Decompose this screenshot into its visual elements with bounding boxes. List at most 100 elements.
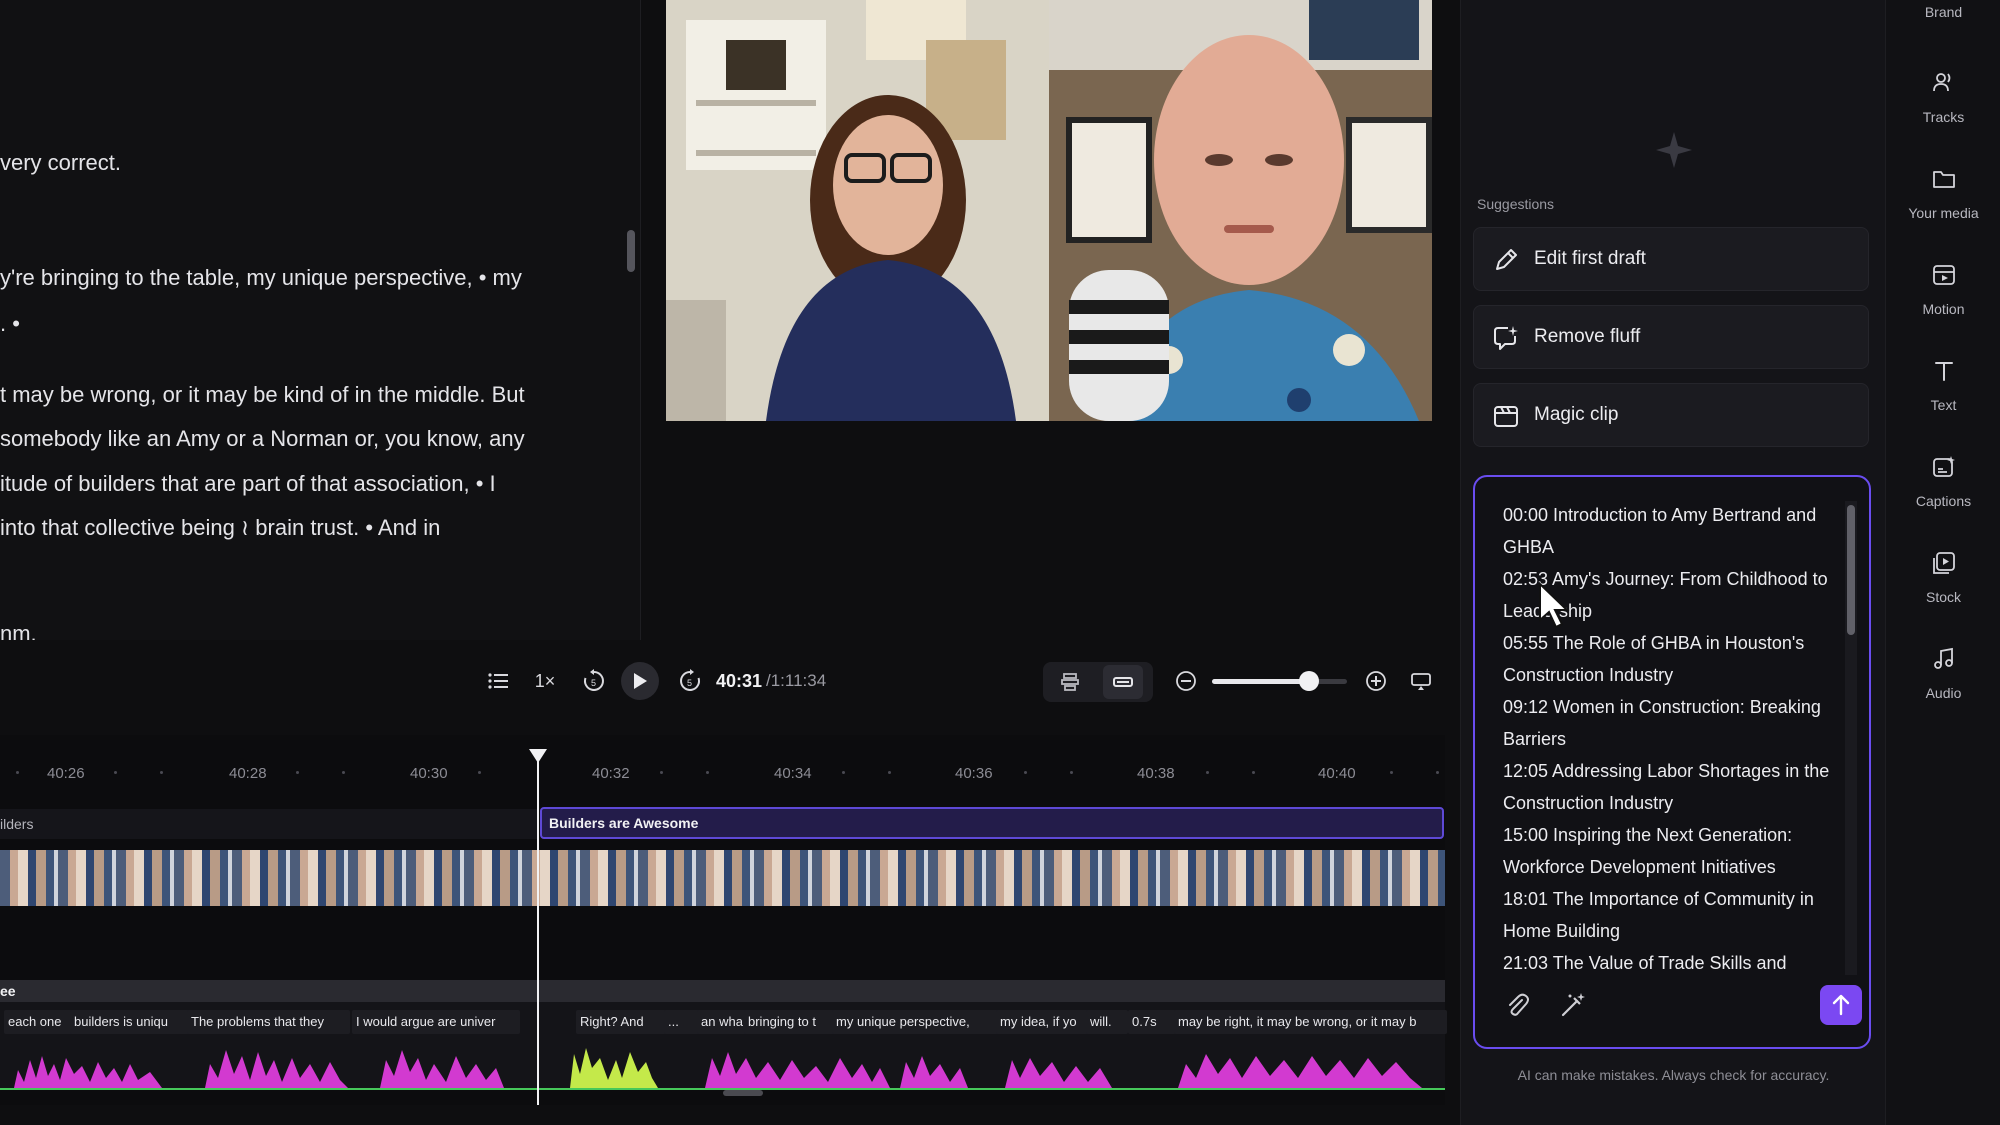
tools-rail: Brand Tracks Your media Motion Text Capt… xyxy=(1885,0,2000,1125)
zoom-out-icon[interactable] xyxy=(1172,667,1200,695)
rail-item-stock[interactable]: Stock xyxy=(1886,550,2000,605)
playback-speed-button[interactable]: 1× xyxy=(530,666,560,696)
audio-waveform xyxy=(0,1048,1445,1090)
scene-clip-label: Builders are Awesome xyxy=(549,815,699,831)
audio-track-header: ee xyxy=(0,980,1445,1002)
attach-icon[interactable] xyxy=(1503,991,1531,1019)
compact-tracks-icon[interactable] xyxy=(1103,665,1143,699)
video-thumbnail-strip[interactable] xyxy=(0,850,1445,906)
ai-disclaimer: AI can make mistakes. Always check for a… xyxy=(1517,1067,1830,1083)
transcript-line[interactable]: t may be wrong, or it may be kind of in … xyxy=(0,382,525,408)
chapter-item[interactable]: 05:55 The Role of GHBA in Houston's Cons… xyxy=(1503,627,1833,691)
playhead[interactable] xyxy=(537,755,539,1105)
caption-chip[interactable]: an wha xyxy=(697,1010,748,1034)
rail-item-motion[interactable]: Motion xyxy=(1886,262,2000,317)
send-button[interactable] xyxy=(1820,985,1862,1025)
speaker-tile-right xyxy=(1049,0,1432,421)
rail-label: Your media xyxy=(1908,205,1979,221)
timeline-tick: 40:34 xyxy=(774,765,812,782)
suggestion-edit-first-draft[interactable]: Edit first draft xyxy=(1473,227,1869,291)
chapter-item[interactable]: 09:12 Women in Construction: Breaking Ba… xyxy=(1503,691,1833,755)
rail-item-captions[interactable]: Captions xyxy=(1886,454,2000,509)
scene-clip-previous[interactable]: ilders xyxy=(0,809,537,839)
motion-icon xyxy=(1932,265,1955,285)
transcript-line[interactable]: nm. xyxy=(0,621,37,640)
speaker-tile-left xyxy=(666,0,1049,421)
timeline[interactable]: 40:26 40:28 40:30 40:32 40:34 40:36 40:3… xyxy=(0,735,1447,1105)
chapters-list-icon[interactable] xyxy=(484,666,512,696)
transcript-line[interactable]: . • xyxy=(0,311,20,337)
arrow-up-icon xyxy=(1832,994,1850,1016)
caption-chip[interactable]: ... xyxy=(664,1010,700,1034)
transcript-line[interactable]: somebody like an Amy or a Norman or, you… xyxy=(0,426,525,452)
caption-chip[interactable]: will. xyxy=(1086,1010,1128,1034)
clip-icon xyxy=(1494,406,1518,427)
suggestion-label: Edit first draft xyxy=(1534,248,1646,269)
magic-wand-icon[interactable] xyxy=(1559,991,1587,1019)
rail-item-brand[interactable]: Brand xyxy=(1886,4,2000,20)
mouse-cursor-icon xyxy=(1539,582,1570,629)
folder-icon xyxy=(1932,171,1955,188)
caption-chip[interactable]: my unique perspective, xyxy=(832,1010,1000,1034)
play-button[interactable] xyxy=(621,662,659,700)
scene-clip-current[interactable]: Builders are Awesome xyxy=(540,807,1444,839)
chapter-item[interactable]: 15:00 Inspiring the Next Generation: Wor… xyxy=(1503,819,1833,883)
scene-clip-label: ilders xyxy=(0,816,34,832)
rail-item-text[interactable]: Text xyxy=(1886,358,2000,413)
caption-chip[interactable]: 0.7s xyxy=(1128,1010,1176,1034)
video-preview[interactable] xyxy=(666,0,1432,421)
fit-timeline-icon[interactable] xyxy=(1407,667,1435,695)
caption-chip[interactable]: I would argue are univer xyxy=(352,1010,520,1034)
caption-chip[interactable]: each one xyxy=(4,1010,74,1034)
audio-track[interactable]: ee each one builders is uniqu The proble… xyxy=(0,980,1447,1090)
ai-assistant-panel: Suggestions Edit first draft Remove fluf… xyxy=(1460,0,1886,1125)
rewind-5-icon[interactable]: 5 xyxy=(578,665,610,697)
audio-track-name: ee xyxy=(0,983,16,999)
transcript-line[interactable]: into that collective being ≀ brain trust… xyxy=(0,515,440,541)
timeline-tick: 40:38 xyxy=(1137,765,1175,782)
playhead-handle[interactable] xyxy=(529,749,547,763)
timeline-tick: 40:28 xyxy=(229,765,267,782)
caption-chip[interactable]: my idea, if yo xyxy=(996,1010,1090,1034)
zoom-slider-handle[interactable] xyxy=(1299,671,1320,691)
transcript-line[interactable]: y're bringing to the table, my unique pe… xyxy=(0,265,522,291)
timeline-tick: 40:36 xyxy=(955,765,993,782)
chat-scrollbar-thumb[interactable] xyxy=(1847,505,1855,635)
rail-item-audio[interactable]: Audio xyxy=(1886,646,2000,701)
ai-chat-box[interactable]: 00:00 Introduction to Amy Bertrand and G… xyxy=(1473,475,1871,1049)
suggestion-label: Magic clip xyxy=(1534,404,1619,425)
track-layout-toggle xyxy=(1043,662,1153,702)
zoom-in-icon[interactable] xyxy=(1362,667,1390,695)
rail-item-tracks[interactable]: Tracks xyxy=(1886,70,2000,125)
chapter-item[interactable]: 18:01 The Importance of Community in Hom… xyxy=(1503,883,1833,947)
forward-5-icon[interactable]: 5 xyxy=(674,665,706,697)
caption-chip[interactable]: Right? And xyxy=(576,1010,666,1034)
suggestion-remove-fluff[interactable]: Remove fluff xyxy=(1473,305,1869,369)
caption-chip[interactable]: bringing to t xyxy=(744,1010,836,1034)
caption-chip[interactable]: builders is uniqu xyxy=(70,1010,190,1034)
chapter-item[interactable]: 12:05 Addressing Labor Shortages in the … xyxy=(1503,755,1833,819)
caption-chip[interactable]: The problems that they xyxy=(187,1010,350,1034)
pencil-icon xyxy=(1496,249,1517,270)
timeline-scrollbar[interactable] xyxy=(723,1090,763,1096)
sparkle-chat-icon xyxy=(1494,326,1518,350)
caption-chip[interactable]: may be right, it may be wrong, or it may… xyxy=(1174,1010,1447,1034)
transcript-line[interactable]: very correct. xyxy=(0,150,121,176)
timeline-tick: 40:30 xyxy=(410,765,448,782)
play-icon xyxy=(634,673,647,689)
chapter-item[interactable]: 00:00 Introduction to Amy Bertrand and G… xyxy=(1503,499,1833,563)
zoom-slider[interactable] xyxy=(1212,679,1347,684)
suggestion-magic-clip[interactable]: Magic clip xyxy=(1473,383,1869,447)
transcript-line[interactable]: itude of builders that are part of that … xyxy=(0,471,496,497)
captions-icon xyxy=(1932,456,1955,477)
text-icon xyxy=(1934,362,1953,381)
transcript-panel: very correct. y're bringing to the table… xyxy=(0,0,641,640)
chapter-item[interactable]: 21:03 The Value of Trade Skills and xyxy=(1503,947,1833,975)
rail-item-your-media[interactable]: Your media xyxy=(1886,166,2000,221)
rail-label: Stock xyxy=(1925,589,1961,605)
suggestions-heading: Suggestions xyxy=(1477,196,1555,212)
transcript-scrollbar[interactable] xyxy=(627,230,635,272)
speaker-left-illustration xyxy=(666,0,1049,421)
align-tracks-icon[interactable] xyxy=(1055,667,1085,697)
rail-label: Captions xyxy=(1915,493,1972,509)
